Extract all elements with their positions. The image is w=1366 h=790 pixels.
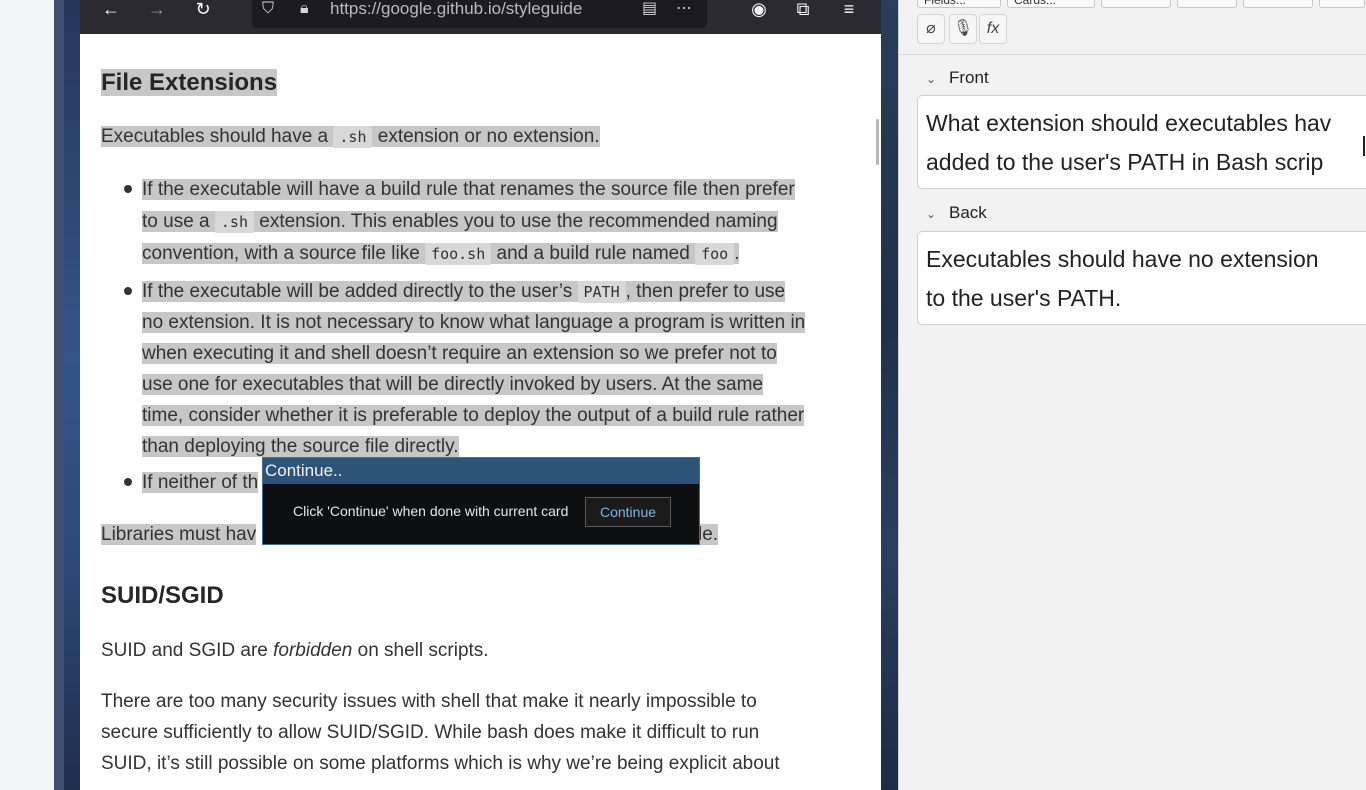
security-paragraph-line: There are too many security issues with … — [101, 691, 757, 712]
fields-button[interactable]: Fields... — [917, 0, 1001, 8]
continue-dialog: Continue.. Click 'Continue' when done wi… — [262, 457, 700, 545]
libraries-paragraph: Libraries must hav — [101, 524, 257, 545]
paperclip-icon[interactable]: ⌀ — [917, 14, 945, 44]
list-bullet — [124, 185, 132, 193]
back-field-label[interactable]: Back — [925, 203, 987, 223]
security-paragraph-line: SUID, it’s still possible on some platfo… — [101, 753, 780, 774]
front-field[interactable]: What extension should executables hav ad… — [917, 95, 1366, 189]
wallpaper-edge-right — [881, 0, 898, 790]
desktop-background — [0, 0, 64, 790]
front-field-label[interactable]: Front — [925, 68, 989, 88]
format-buttons[interactable] — [1177, 0, 1237, 8]
account-icon[interactable]: ◉ — [746, 0, 772, 22]
editor-top-buttons: Fields... Cards... — [917, 0, 1366, 10]
formula-icon[interactable]: fx — [979, 14, 1007, 44]
list-item-text: when executing it and shell doesn’t requ… — [142, 343, 777, 364]
back-icon[interactable]: ← — [98, 0, 124, 22]
list-item-text: If the executable will have a build rule… — [142, 179, 795, 200]
list-item-text: If neither of th — [142, 472, 259, 493]
more-icon[interactable]: ⋯ — [676, 0, 693, 18]
url-text[interactable]: https://google.github.io/styleguide — [330, 0, 630, 19]
menu-icon[interactable]: ≡ — [836, 0, 862, 22]
heading-suid-sgid: SUID/SGID — [101, 582, 224, 609]
color-button[interactable] — [1319, 0, 1365, 8]
list-item-text: convention, with a source file like foo.… — [142, 243, 740, 265]
editor-divider — [899, 54, 1366, 55]
forward-icon[interactable]: → — [144, 0, 170, 22]
url-bar[interactable]: ⛉ 🔒︎ https://google.github.io/styleguide… — [252, 0, 707, 28]
toolbar-button[interactable] — [1101, 0, 1171, 8]
reader-icon[interactable]: ▤ — [642, 0, 657, 18]
microphone-icon[interactable]: 🎙︎ — [949, 14, 977, 44]
list-item-text: no extension. It is not necessary to kno… — [142, 312, 806, 333]
list-bullet — [124, 478, 132, 486]
list-bullet — [124, 287, 132, 295]
desktop-wallpaper-strip — [54, 0, 64, 790]
list-item-text: time, consider whether it is preferable … — [142, 405, 805, 426]
intro-paragraph: Executables should have a .sh extension … — [101, 126, 600, 148]
browser-window: ← → ↻ ⛉ 🔒︎ https://google.github.io/styl… — [64, 0, 898, 790]
security-paragraph-line: secure sufficiently to allow SUID/SGID. … — [101, 722, 760, 743]
dialog-title[interactable]: Continue.. — [263, 458, 699, 484]
heading-file-extensions: File Extensions — [101, 69, 278, 96]
format-buttons[interactable] — [1243, 0, 1313, 8]
reload-icon[interactable]: ↻ — [190, 0, 216, 22]
scrollbar-thumb[interactable] — [876, 119, 879, 165]
back-field[interactable]: Executables should have no extension to … — [917, 231, 1366, 325]
shield-icon[interactable]: ⛉ — [262, 0, 274, 18]
extensions-icon[interactable]: ⧉ — [790, 0, 816, 22]
web-page: File Extensions Executables should have … — [80, 34, 881, 790]
cards-button[interactable]: Cards... — [1007, 0, 1095, 8]
suid-paragraph: SUID and SGID are forbidden on shell scr… — [101, 640, 489, 661]
dialog-message: Click 'Continue' when done with current … — [293, 503, 569, 519]
lock-icon[interactable]: 🔒︎ — [300, 0, 309, 18]
list-item-text: to use a .sh extension. This enables you… — [142, 211, 778, 233]
text-cursor — [1363, 136, 1365, 156]
list-item-text: use one for executables that will be dir… — [142, 374, 763, 395]
libraries-paragraph-end: le. — [698, 524, 719, 545]
browser-toolbar: ← → ↻ ⛉ 🔒︎ https://google.github.io/styl… — [80, 0, 881, 34]
list-item-text: If the executable will be added directly… — [142, 281, 786, 303]
continue-button[interactable]: Continue — [585, 497, 671, 527]
card-editor-pane: Fields... Cards... ⌀ 🎙︎ fx ⌄ Front What … — [898, 0, 1366, 790]
wallpaper-edge-left — [64, 0, 80, 790]
